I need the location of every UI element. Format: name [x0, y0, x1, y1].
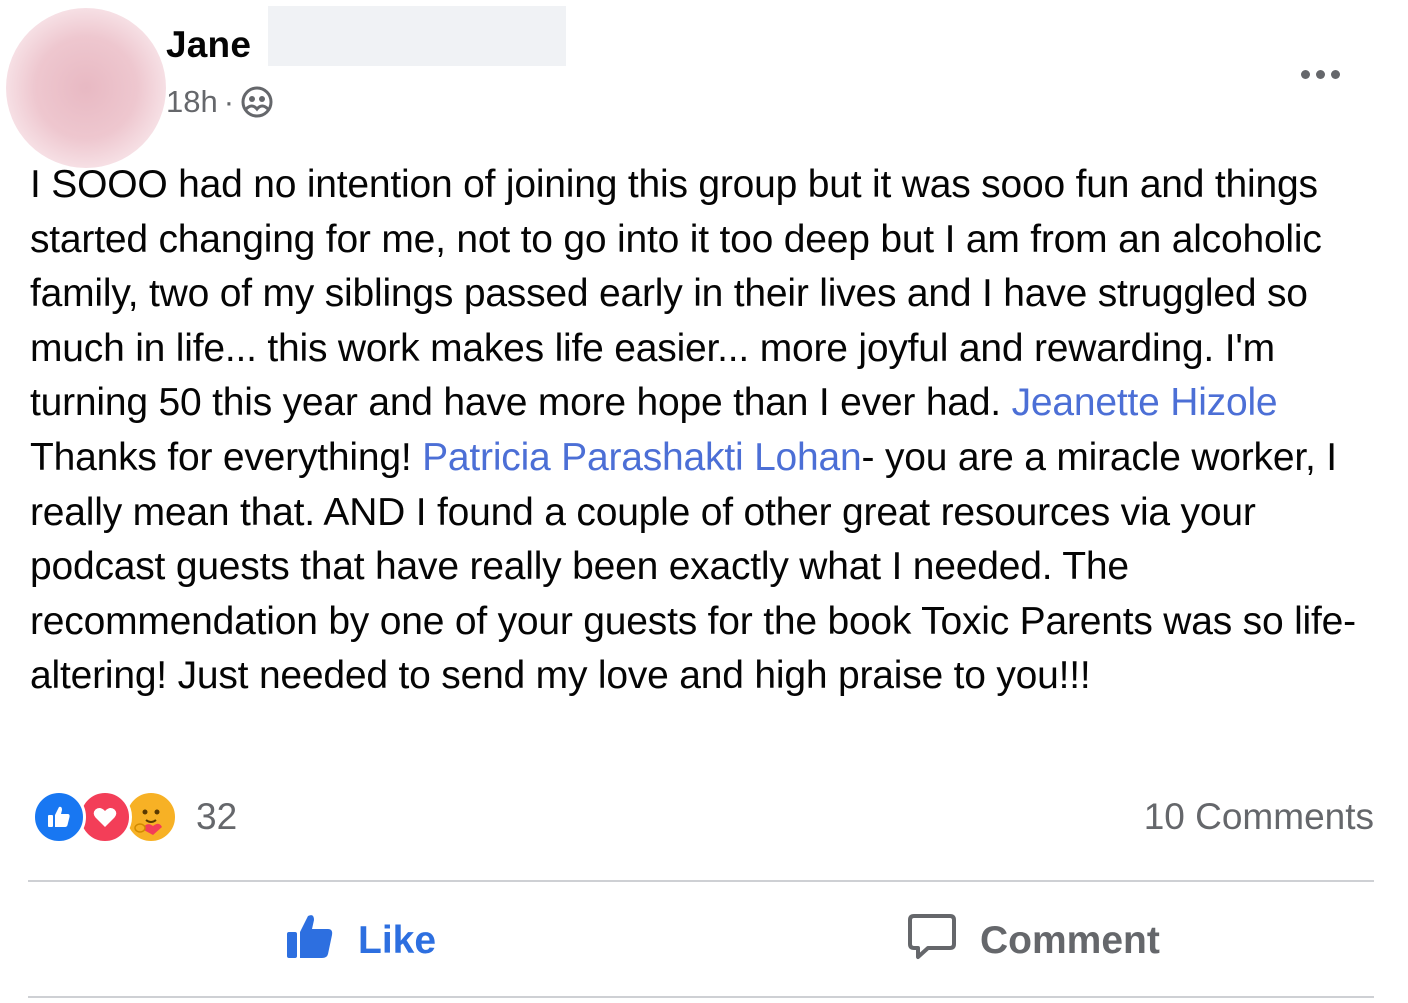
care-icon [124, 790, 178, 844]
redacted-surname [268, 6, 566, 66]
actions-divider-top [28, 880, 1374, 882]
mention-patricia[interactable]: Patricia Parashakti Lohan [422, 436, 862, 479]
post-timestamp[interactable]: 18h [166, 84, 218, 120]
thumbs-up-icon [284, 910, 336, 972]
actions-divider-bottom [28, 996, 1374, 998]
post-meta: 18h · [166, 84, 274, 120]
more-dot-icon [1315, 69, 1325, 79]
comment-bubble-icon [906, 910, 958, 972]
reaction-count: 32 [196, 796, 238, 837]
like-label: Like [358, 919, 437, 962]
meta-separator: · [223, 84, 235, 119]
more-dot-icon [1300, 69, 1310, 79]
author-avatar[interactable] [6, 8, 166, 168]
reactions-summary[interactable]: 32 [32, 790, 237, 844]
facebook-post: Jane 18h · I SOOO had no intention of jo… [0, 0, 1408, 1003]
more-options-button[interactable] [1292, 54, 1348, 94]
like-button[interactable]: Like [284, 906, 436, 976]
post-text-part-2: Thanks for everything! [30, 435, 423, 479]
comment-button[interactable]: Comment [906, 906, 1160, 976]
comment-label: Comment [980, 919, 1160, 962]
more-dot-icon [1330, 69, 1340, 79]
love-icon [78, 790, 132, 844]
group-members-icon [240, 85, 274, 119]
comments-count-link[interactable]: 10 Comments [1144, 796, 1374, 838]
post-body: I SOOO had no intention of joining this … [30, 158, 1380, 704]
author-name[interactable]: Jane [166, 24, 251, 66]
like-icon [32, 790, 86, 844]
mention-jeanette[interactable]: Jeanette Hizole [1012, 381, 1278, 424]
